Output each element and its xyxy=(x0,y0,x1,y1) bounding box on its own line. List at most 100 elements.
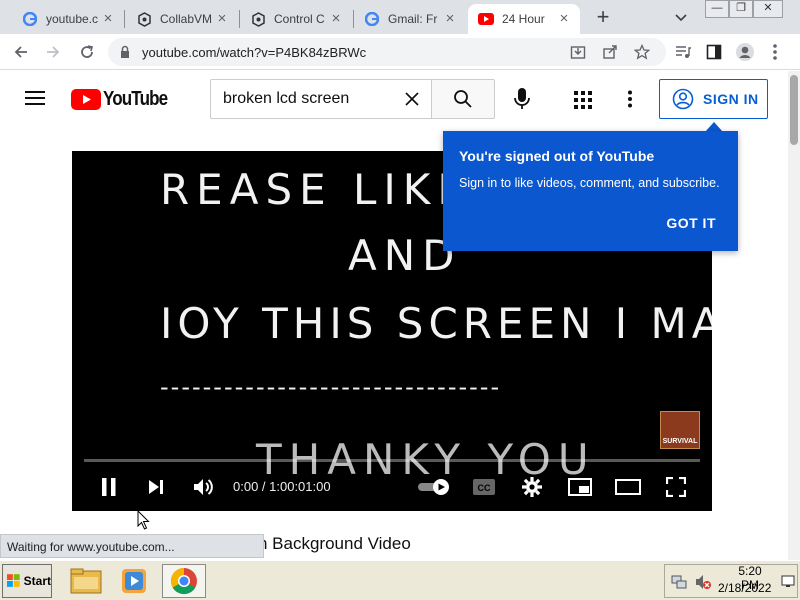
network-icon[interactable] xyxy=(671,574,687,595)
volume-muted-icon[interactable] xyxy=(695,574,711,595)
lock-icon[interactable] xyxy=(120,45,130,64)
settings-button[interactable] xyxy=(518,473,546,501)
apps-grid-icon[interactable] xyxy=(574,91,592,114)
share-icon[interactable] xyxy=(602,44,618,60)
back-arrow-icon[interactable] xyxy=(10,41,32,63)
profile-avatar-icon[interactable] xyxy=(734,41,756,63)
theater-mode-icon xyxy=(615,479,641,495)
close-icon[interactable]: × xyxy=(214,11,230,27)
hamburger-menu-icon[interactable] xyxy=(25,90,45,111)
media-player-taskbar-icon[interactable] xyxy=(112,564,156,598)
video-progress-bar[interactable] xyxy=(84,459,700,462)
chrome-taskbar-icon[interactable] xyxy=(162,564,206,598)
close-icon[interactable]: × xyxy=(442,11,458,27)
minimize-button[interactable]: — xyxy=(705,0,729,18)
start-label: Start xyxy=(23,574,51,588)
new-tab-button[interactable]: + xyxy=(592,6,614,28)
clock-date[interactable]: 2/18/2022 xyxy=(718,581,771,595)
tab-separator xyxy=(124,10,125,28)
sign-in-button[interactable]: SIGN IN xyxy=(659,79,768,119)
close-window-button[interactable]: ✕ xyxy=(753,0,783,18)
explorer-taskbar-icon[interactable] xyxy=(64,564,108,598)
video-text-line: IOY THIS SCREEN I MADE xyxy=(160,299,712,348)
search-icon xyxy=(454,90,472,108)
miniplayer-icon xyxy=(568,478,592,496)
search-query-text: broken lcd screen xyxy=(223,90,350,107)
more-vertical-icon[interactable] xyxy=(764,41,786,63)
youtube-icon xyxy=(478,11,494,27)
tab-title: Gmail: Fr xyxy=(388,12,438,26)
media-controls-icon[interactable] xyxy=(672,41,694,63)
popup-title: You're signed out of YouTube xyxy=(459,148,655,164)
captions-icon: CC xyxy=(473,479,495,495)
tab-youtube-video[interactable]: 24 Hour × xyxy=(468,4,580,34)
mouse-cursor-icon xyxy=(137,509,151,535)
show-desktop-icon[interactable] xyxy=(781,574,795,593)
tab-control[interactable]: Control C × xyxy=(240,4,352,34)
page-scrollbar[interactable] xyxy=(788,71,800,561)
start-button[interactable]: Start xyxy=(2,564,52,598)
search-input[interactable]: broken lcd screen xyxy=(210,79,432,119)
side-panel-icon[interactable] xyxy=(703,41,725,63)
video-text-line: -------------------------------- xyxy=(160,373,502,401)
video-title: n Background Video xyxy=(258,534,411,553)
tab-youtube-search[interactable]: youtube.c × xyxy=(12,4,124,34)
bookmark-star-icon[interactable] xyxy=(633,43,651,60)
autoplay-toggle[interactable] xyxy=(416,473,452,501)
sign-in-label: SIGN IN xyxy=(703,91,759,107)
collabvm-icon xyxy=(250,11,266,27)
youtube-header: YouTube broken lcd screen SIGN IN xyxy=(0,71,792,127)
collabvm-icon xyxy=(136,11,152,27)
forward-arrow-icon[interactable] xyxy=(42,41,64,63)
scrollbar-thumb[interactable] xyxy=(790,75,798,145)
got-it-button[interactable]: GOT IT xyxy=(666,215,716,231)
status-bubble: Waiting for www.youtube.com... xyxy=(0,534,264,558)
google-icon xyxy=(22,11,38,27)
theater-mode-button[interactable] xyxy=(614,473,642,501)
fullscreen-button[interactable] xyxy=(662,473,690,501)
clear-search-icon[interactable] xyxy=(404,91,420,112)
skip-next-icon xyxy=(149,480,163,494)
chevron-down-icon[interactable] xyxy=(672,8,690,26)
fullscreen-icon xyxy=(666,477,686,497)
captions-button[interactable]: CC xyxy=(470,473,498,501)
youtube-logo-text: YouTube xyxy=(103,88,168,110)
close-icon[interactable]: × xyxy=(556,11,572,27)
tab-collabvm[interactable]: CollabVM × xyxy=(126,4,238,34)
browser-tab-strip: youtube.c × CollabVM × Control C × Gmail… xyxy=(0,0,800,34)
popup-body: Sign in to like videos, comment, and sub… xyxy=(459,176,720,190)
address-bar[interactable]: youtube.com/watch?v=P4BK84zBRWc xyxy=(108,38,666,66)
browser-toolbar: youtube.com/watch?v=P4BK84zBRWc xyxy=(0,34,800,70)
tab-title: youtube.c xyxy=(46,12,98,26)
account-circle-icon xyxy=(672,88,694,110)
tab-title: 24 Hour xyxy=(502,12,545,26)
tab-gmail[interactable]: Gmail: Fr × xyxy=(354,4,466,34)
settings-more-icon[interactable] xyxy=(627,90,633,113)
search-button[interactable] xyxy=(431,79,495,119)
svg-text:CC: CC xyxy=(478,483,491,493)
close-icon[interactable]: × xyxy=(328,11,344,27)
install-app-icon[interactable] xyxy=(570,44,586,60)
google-icon xyxy=(364,11,380,27)
close-icon[interactable]: × xyxy=(100,11,116,27)
volume-button[interactable] xyxy=(189,473,217,501)
next-button[interactable] xyxy=(142,473,170,501)
youtube-logo-icon xyxy=(71,89,101,110)
signed-out-popup: You're signed out of YouTube Sign in to … xyxy=(443,131,738,251)
reload-icon[interactable] xyxy=(76,41,98,63)
youtube-logo[interactable]: YouTube xyxy=(71,88,179,111)
miniplayer-button[interactable] xyxy=(566,473,594,501)
autoplay-toggle-icon xyxy=(418,479,449,495)
gear-icon xyxy=(522,477,542,497)
pause-button[interactable] xyxy=(95,473,123,501)
pause-icon xyxy=(102,478,116,496)
volume-icon xyxy=(194,479,213,495)
windows-logo-icon xyxy=(7,574,20,587)
channel-watermark[interactable]: SURVIVAL xyxy=(660,411,700,449)
maximize-button[interactable]: ❐ xyxy=(729,0,753,18)
taskbar: Start xyxy=(0,560,800,600)
tab-title: Control C xyxy=(274,12,325,26)
time-display: 0:00 / 1:00:01:00 xyxy=(233,479,331,494)
tab-title: CollabVM xyxy=(160,12,212,26)
microphone-icon[interactable] xyxy=(512,87,532,116)
